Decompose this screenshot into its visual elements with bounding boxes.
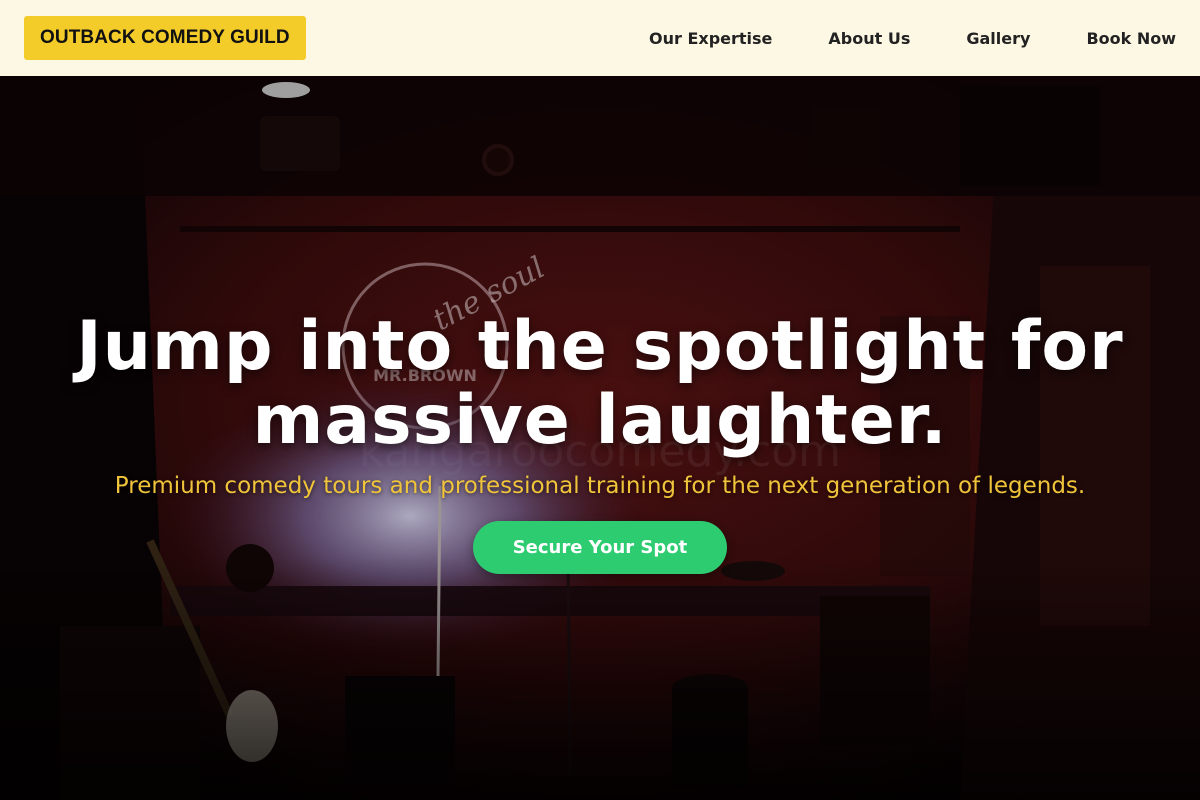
secure-your-spot-button[interactable]: Secure Your Spot bbox=[473, 521, 727, 574]
nav-link-about-us[interactable]: About Us bbox=[828, 29, 910, 48]
site-logo[interactable]: OUTBACK COMEDY GUILD bbox=[24, 16, 306, 60]
hero-title: Jump into the spotlight for massive laug… bbox=[0, 310, 1200, 458]
nav-link-our-expertise[interactable]: Our Expertise bbox=[649, 29, 772, 48]
hero-title-line-2: massive laughter. bbox=[252, 381, 948, 460]
hero-title-line-1: Jump into the spotlight for bbox=[76, 307, 1124, 386]
main-nav: Our Expertise About Us Gallery Book Now bbox=[593, 29, 1176, 48]
hero-section: the soul MR.BROWN kangaroocomedy.com Jum… bbox=[0, 76, 1200, 800]
hero-content: Jump into the spotlight for massive laug… bbox=[0, 76, 1200, 800]
nav-link-book-now[interactable]: Book Now bbox=[1086, 29, 1176, 48]
site-header: OUTBACK COMEDY GUILD Our Expertise About… bbox=[0, 0, 1200, 76]
hero-subtitle: Premium comedy tours and professional tr… bbox=[114, 473, 1086, 499]
nav-link-gallery[interactable]: Gallery bbox=[966, 29, 1030, 48]
